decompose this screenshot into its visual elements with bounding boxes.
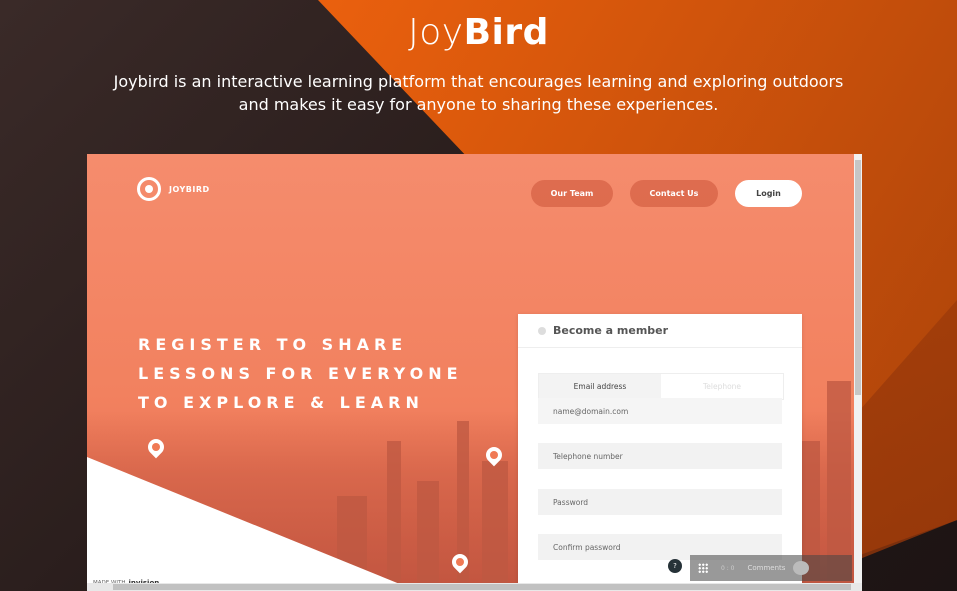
joybird-logo[interactable]: JOYBIRD <box>137 177 210 201</box>
signup-tabs: Email address Telephone <box>538 373 784 400</box>
comments-toggle[interactable] <box>793 561 810 575</box>
register-card: Become a member Email address Telephone … <box>518 314 802 591</box>
card-header: Become a member <box>518 314 802 348</box>
tab-telephone[interactable]: Telephone <box>661 374 783 399</box>
password-field[interactable]: Password <box>538 489 782 515</box>
help-button[interactable]: ? <box>668 559 682 573</box>
scrollbar-thumb[interactable] <box>113 584 851 590</box>
contact-us-button[interactable]: Contact Us <box>630 180 718 207</box>
page-subtitle: Joybird is an interactive learning platf… <box>113 72 844 114</box>
vertical-scrollbar[interactable] <box>854 154 862 591</box>
mockup-frame: JOYBIRD Our Team Contact Us Login REGIST… <box>87 154 862 591</box>
login-button[interactable]: Login <box>735 180 802 207</box>
headline-line: TO EXPLORE & LEARN <box>138 393 424 412</box>
our-team-button[interactable]: Our Team <box>531 180 613 207</box>
invision-toolbar: 0 : 0 Comments <box>690 555 852 581</box>
email-field[interactable]: name@domain.com <box>538 398 782 424</box>
grid-menu-icon[interactable] <box>698 563 708 573</box>
hero-headline: REGISTER TO SHARE LESSONS FOR EVERYONE T… <box>138 330 463 417</box>
tab-email-address[interactable]: Email address <box>539 374 661 399</box>
bird-logo-icon <box>137 177 161 201</box>
skyline-tower <box>417 481 439 591</box>
horizontal-scrollbar[interactable] <box>87 583 862 591</box>
scrollbar-thumb[interactable] <box>855 160 861 395</box>
comment-counter: 0 : 0 <box>716 563 740 573</box>
logo-text: JOYBIRD <box>169 184 210 194</box>
skyline-tower <box>387 441 401 591</box>
telephone-field[interactable]: Telephone number <box>538 443 782 469</box>
comments-label[interactable]: Comments <box>747 564 785 572</box>
headline-line: LESSONS FOR EVERYONE <box>138 364 463 383</box>
user-icon <box>538 326 546 335</box>
headline-line: REGISTER TO SHARE <box>138 335 408 354</box>
skyline-tower <box>482 461 508 591</box>
page-title: JoyBird <box>408 12 549 53</box>
card-title: Become a member <box>553 324 669 337</box>
